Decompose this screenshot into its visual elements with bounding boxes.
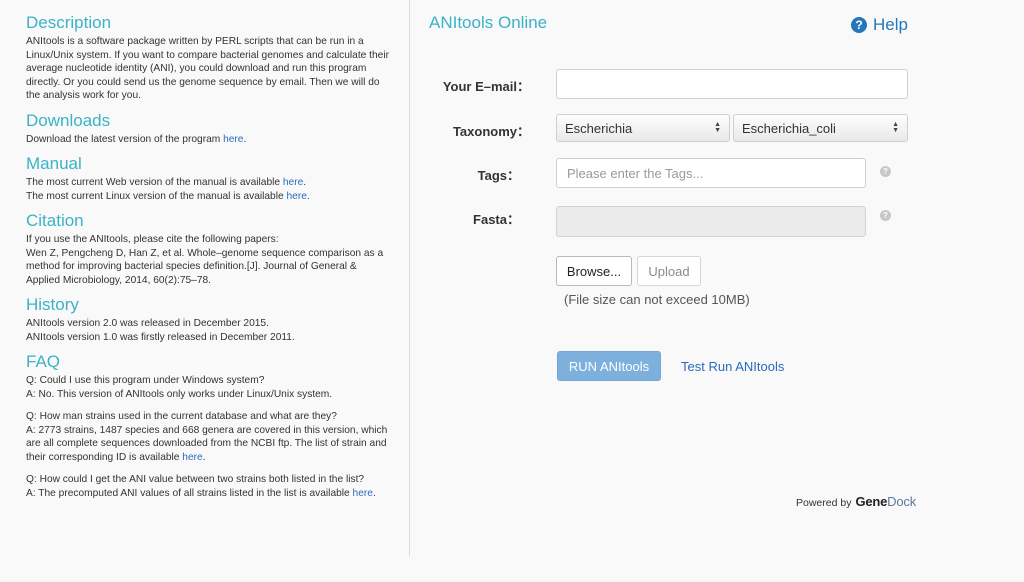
history-line-1: ANItools version 2.0 was released in Dec… (26, 318, 269, 329)
taxonomy-label: Taxonomy： (452, 124, 530, 139)
select-arrows-icon: ▲ ▼ (892, 121, 899, 134)
citation-intro: If you use the ANItools, please cite the… (26, 234, 279, 245)
select-arrows-icon: ▲ ▼ (714, 121, 721, 134)
info-panel: Description ANItools is a software packa… (0, 0, 410, 556)
genus-select[interactable]: Escherichia ▲ ▼ (556, 114, 730, 142)
help-button[interactable]: ? Help (851, 14, 908, 36)
downloads-title: Downloads (26, 110, 111, 130)
run-anitools-button[interactable]: RUN ANItools (557, 351, 661, 381)
file-size-hint: (File size can not exceed 10MB) (564, 292, 750, 307)
faq-question-1: Q: Could I use this program under Window… (26, 375, 265, 386)
manual-web-link[interactable]: here (283, 177, 303, 188)
faq-question-3: Q: How could I get the ANI value between… (26, 474, 365, 485)
tags-label: Tags： (477, 168, 520, 183)
browse-button[interactable]: Browse... (556, 256, 632, 286)
manual-web-line: The most current Web version of the manu… (26, 177, 307, 188)
app-title: ANItools Online (429, 13, 548, 32)
question-circle-icon: ? (851, 17, 867, 33)
genedock-logo[interactable]: GeneDock (855, 494, 916, 509)
strain-list-link[interactable]: here (182, 452, 202, 463)
online-panel: ANItools Online ? Help Your E–mail： Taxo… (411, 0, 1024, 582)
faq-answer-1: A: No. This version of ANItools only wor… (26, 388, 333, 400)
description-text: ANItools is a software package written b… (26, 36, 389, 101)
email-label: Your E–mail： (442, 79, 530, 94)
history-line-2: ANItools version 1.0 was firstly release… (26, 331, 295, 343)
species-select[interactable]: Escherichia_coli ▲ ▼ (733, 114, 908, 142)
test-run-link[interactable]: Test Run ANItools (681, 359, 784, 374)
faq-title: FAQ (26, 352, 61, 371)
manual-linux-line: The most current Linux version of the ma… (26, 190, 310, 202)
fasta-help-icon[interactable]: ? (880, 210, 891, 221)
manual-title: Manual (26, 154, 82, 173)
manual-linux-link[interactable]: here (286, 191, 306, 202)
citation-reference: Wen Z, Pengcheng D, Han Z, et al. Whole–… (26, 247, 384, 286)
faq-answer-3: A: The precomputed ANI values of all str… (26, 487, 376, 499)
fasta-label: Fasta： (473, 212, 520, 227)
email-input[interactable] (556, 69, 908, 99)
species-select-value: Escherichia_coli (742, 120, 836, 136)
faq-question-2: Q: How man strains used in the current d… (26, 411, 337, 422)
downloads-text: Download the latest version of the progr… (26, 133, 247, 145)
powered-by-label: Powered by (796, 497, 852, 509)
citation-title: Citation (26, 211, 84, 230)
tags-input[interactable] (556, 158, 866, 188)
fasta-file-field[interactable] (556, 206, 866, 237)
history-title: History (26, 295, 79, 314)
tags-help-icon[interactable]: ? (880, 166, 891, 177)
ani-values-link[interactable]: here (353, 488, 373, 499)
description-title: Description (26, 13, 112, 32)
genus-select-value: Escherichia (565, 120, 633, 136)
help-label: Help (873, 15, 908, 34)
powered-by: Powered by GeneDock (796, 494, 916, 509)
upload-button[interactable]: Upload (637, 256, 701, 286)
downloads-here-link[interactable]: here (223, 134, 243, 145)
faq-answer-2: A: 2773 strains, 1487 species and 668 ge… (26, 424, 388, 463)
